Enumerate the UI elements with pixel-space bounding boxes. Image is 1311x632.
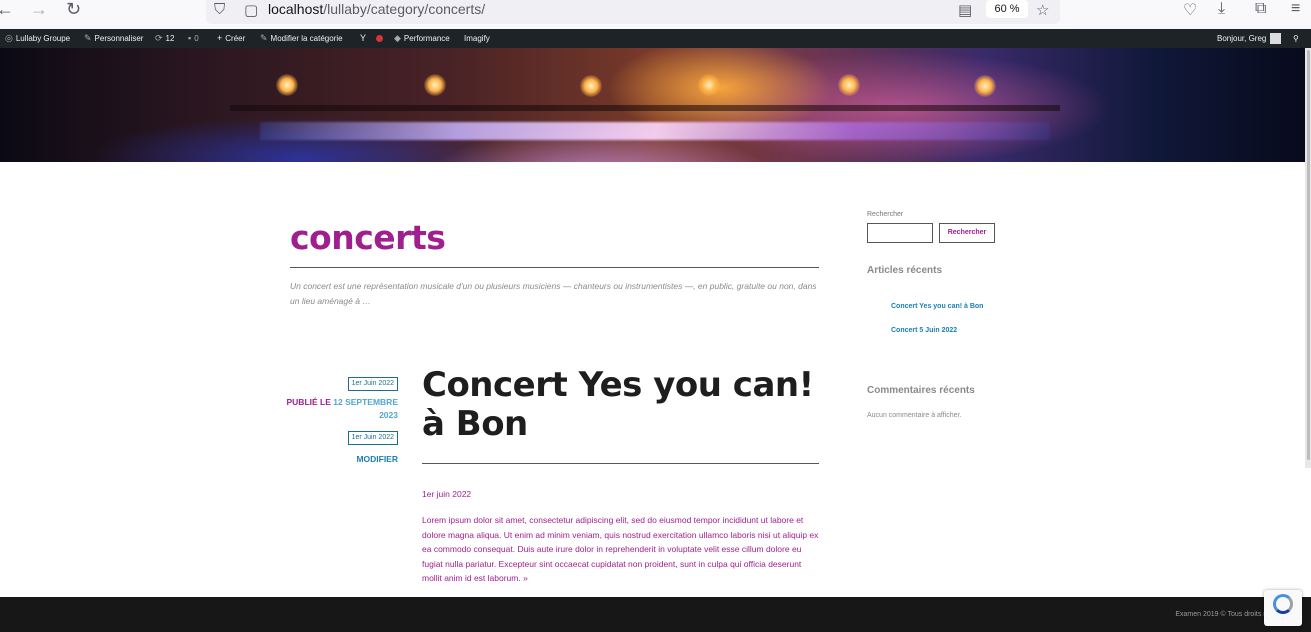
- stage-light: [698, 74, 720, 96]
- title-divider: [290, 267, 819, 268]
- search-label: Rechercher: [867, 211, 904, 218]
- edit-post-link[interactable]: MODIFIER: [282, 454, 398, 464]
- category-description: Un concert est une représentation musica…: [290, 281, 817, 306]
- wp-admin-bar: ◎ Lullaby Groupe ✎ Personnaliser ⟳ 12 ▪ 0 + C…: [0, 29, 1311, 48]
- hero-ledge: [230, 105, 1060, 111]
- recaptcha-icon: [1273, 594, 1293, 614]
- admin-performance-link[interactable]: ◆ Performance: [394, 29, 450, 48]
- download-icon[interactable]: ⤓: [1218, 0, 1225, 18]
- zoom-level-badge[interactable]: 60 %: [986, 0, 1028, 18]
- date-badge: 1er Juin 2022: [347, 377, 398, 391]
- menu-icon[interactable]: ≡: [1291, 0, 1300, 18]
- post-excerpt: Lorem ipsum dolor sit amet, consectetur …: [422, 515, 819, 584]
- recent-posts-list: Concert Yes you can! à Bon Concert 5 Jui…: [891, 300, 991, 348]
- comment-icon: ▪: [188, 33, 192, 43]
- page-info-icon[interactable]: ▢: [244, 1, 258, 19]
- performance-icon: ◆: [394, 33, 401, 43]
- recent-posts-heading: Articles récents: [867, 265, 943, 276]
- footer-copyright: Examen 2019 © Tous droits rés: [1175, 611, 1273, 618]
- stage-light: [580, 75, 602, 97]
- pencil-icon: ✎: [260, 33, 268, 43]
- reader-view-icon[interactable]: ▤: [958, 1, 972, 19]
- search-input[interactable]: [867, 223, 933, 243]
- recaptcha-badge[interactable]: ·: [1264, 590, 1302, 626]
- post-date: 1er juin 2022: [422, 489, 472, 499]
- no-comments-text: Aucun commentaire à afficher.: [867, 412, 962, 419]
- shield-icon[interactable]: ⛉: [214, 1, 225, 18]
- header-hero-image: [0, 48, 1311, 162]
- forward-arrow-icon[interactable]: →: [30, 0, 48, 18]
- recent-comments-heading: Commentaires récents: [867, 385, 975, 396]
- admin-edit-category-link[interactable]: ✎ Modifier la catégorie: [260, 29, 343, 48]
- recaptcha-text: ·: [1282, 617, 1284, 621]
- back-arrow-icon[interactable]: ←: [0, 0, 14, 18]
- extensions-icon[interactable]: ⧉: [1255, 0, 1266, 18]
- plus-icon: +: [217, 33, 223, 43]
- admin-search-icon[interactable]: ⚲: [1293, 29, 1299, 48]
- site-footer: Examen 2019 © Tous droits rés: [0, 597, 1311, 632]
- admin-imagify-link[interactable]: Imagify: [464, 29, 490, 48]
- reload-icon[interactable]: ↻: [66, 0, 81, 18]
- url-bar[interactable]: ⛉ ▢ localhost/lullaby/category/concerts/…: [206, 0, 1060, 24]
- browser-toolbar: ← → ↻ ⛉ ▢ localhost/lullaby/category/con…: [0, 0, 1311, 29]
- admin-updates-link[interactable]: ⟳ 12: [155, 29, 174, 48]
- published-date: PUBLIÉ LE 12 SEPTEMBRE 2023: [282, 396, 399, 422]
- post-meta: 1er Juin 2022 PUBLIÉ LE 12 SEPTEMBRE 202…: [282, 372, 398, 464]
- stage-light: [424, 74, 446, 96]
- published-value[interactable]: 12 SEPTEMBRE 2023: [333, 397, 398, 420]
- admin-account-menu[interactable]: Bonjour, Greg: [1217, 29, 1282, 48]
- dashboard-icon: ◎: [5, 33, 13, 43]
- admin-comments-link[interactable]: ▪ 0: [188, 29, 199, 48]
- admin-site-link[interactable]: ◎ Lullaby Groupe: [5, 29, 70, 48]
- category-title: concerts: [290, 218, 446, 257]
- yoast-icon[interactable]: Y: [360, 29, 369, 48]
- date-badge: 1er Juin 2022: [347, 431, 398, 445]
- stage-light: [974, 75, 996, 97]
- post-title[interactable]: Concert Yes you can! à Bon: [422, 366, 822, 444]
- admin-customize-link[interactable]: ✎ Personnaliser: [84, 29, 143, 48]
- url-text[interactable]: localhost/lullaby/category/concerts/: [268, 1, 485, 17]
- stage-glow: [260, 122, 1050, 140]
- brush-icon: ✎: [84, 33, 92, 43]
- admin-new-link[interactable]: + Créer: [217, 29, 245, 48]
- bookmark-star-icon[interactable]: ☆: [1036, 1, 1049, 19]
- stage-light: [276, 74, 298, 96]
- published-label: PUBLIÉ LE: [286, 397, 331, 407]
- avatar: [1270, 33, 1282, 45]
- recent-post-link[interactable]: Concert 5 Juin 2022: [891, 324, 991, 337]
- updates-icon: ⟳: [155, 33, 163, 43]
- recent-post-link[interactable]: Concert Yes you can! à Bon: [891, 300, 991, 313]
- search-button[interactable]: Rechercher: [939, 223, 995, 243]
- stage-light: [838, 74, 860, 96]
- scrollbar-thumb[interactable]: [1307, 50, 1310, 460]
- pocket-icon[interactable]: ♡: [1183, 0, 1197, 20]
- seo-status-dot[interactable]: [376, 29, 383, 48]
- post-divider: [422, 463, 819, 464]
